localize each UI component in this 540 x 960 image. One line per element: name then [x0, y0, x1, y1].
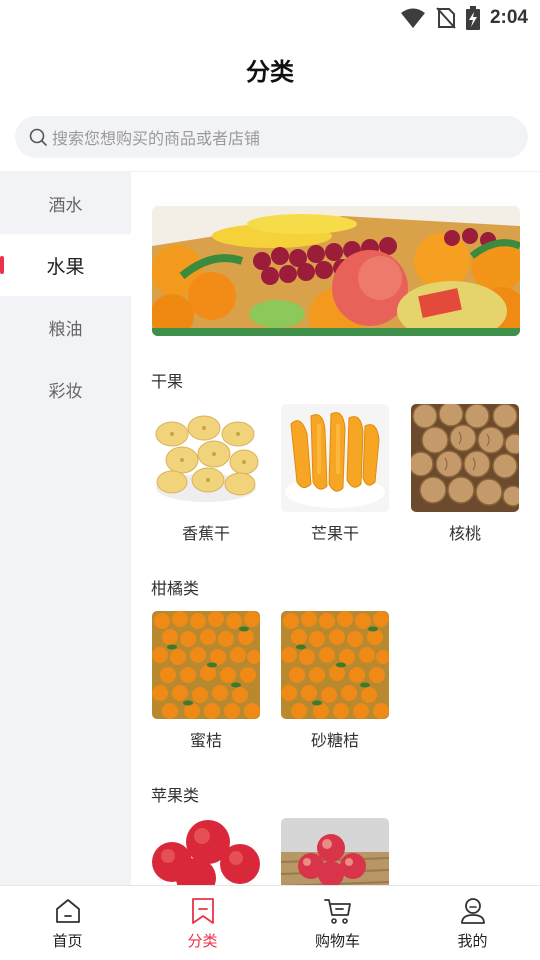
page-title: 分类 — [246, 57, 294, 86]
product-card[interactable]: 核桃 — [411, 404, 519, 544]
sidebar-item-label: 酒水 — [48, 195, 83, 216]
section-title-dried-fruit: 干果 — [151, 372, 184, 391]
tab-home[interactable]: 首页 — [0, 886, 135, 960]
tab-label: 购物车 — [314, 932, 360, 950]
sidebar-item-makeup[interactable]: 彩妆 — [0, 358, 131, 420]
product-name: 核桃 — [448, 524, 481, 543]
category-bookmark-icon — [191, 898, 214, 924]
dried-mango-image — [281, 404, 389, 512]
search-icon — [29, 128, 47, 146]
tab-label: 我的 — [457, 932, 488, 950]
apple-basket-image — [281, 818, 389, 885]
status-bar: 2:04 — [0, 0, 540, 36]
sidebar-item-label: 水果 — [46, 255, 85, 278]
sidebar-item-drinks[interactable]: 酒水 — [0, 172, 131, 234]
sidebar-item-grain-oil[interactable]: 粮油 — [0, 296, 131, 358]
product-card[interactable] — [152, 818, 260, 885]
category-content: 干果 香蕉干 芒果干 核桃 柑橘类 蜜桔 砂糖桔 苹果类 — [131, 172, 540, 885]
home-icon — [55, 899, 80, 923]
status-time: 2:04 — [489, 7, 528, 28]
category-sidebar: 酒水 水果 粮油 彩妆 — [0, 172, 131, 885]
dried-banana-image — [152, 404, 260, 512]
product-name: 蜜桔 — [189, 731, 222, 750]
walnut-image — [411, 404, 519, 512]
battery-charging-icon — [465, 6, 480, 30]
product-name: 砂糖桔 — [310, 731, 359, 750]
sugar-orange-image — [281, 611, 389, 719]
search-placeholder: 搜索您想购买的商品或者店铺 — [52, 129, 261, 148]
tab-label: 首页 — [52, 932, 83, 950]
tab-cart[interactable]: 购物车 — [270, 886, 405, 960]
product-card[interactable]: 蜜桔 — [152, 611, 260, 751]
product-card[interactable] — [281, 818, 389, 885]
cart-icon — [323, 899, 351, 924]
product-card[interactable]: 芒果干 — [281, 404, 389, 544]
search-bar-container: 搜索您想购买的商品或者店铺 — [0, 102, 540, 172]
header: 分类 — [0, 36, 540, 102]
product-name: 芒果干 — [310, 524, 359, 543]
sidebar-item-fruit[interactable]: 水果 — [0, 234, 131, 296]
product-name: 香蕉干 — [181, 524, 230, 543]
sidebar-item-label: 彩妆 — [48, 381, 83, 402]
section-title-apples: 苹果类 — [151, 786, 200, 805]
tangerine-image — [152, 611, 260, 719]
product-card[interactable]: 砂糖桔 — [281, 611, 389, 751]
section-title-citrus: 柑橘类 — [151, 579, 200, 598]
profile-icon — [460, 898, 485, 924]
wifi-icon — [400, 8, 425, 28]
tab-category[interactable]: 分类 — [135, 886, 270, 960]
sidebar-item-label: 粮油 — [48, 319, 83, 340]
fruit-basket-banner[interactable] — [152, 206, 520, 336]
red-apple-image — [152, 818, 260, 885]
search-input[interactable]: 搜索您想购买的商品或者店铺 — [15, 116, 528, 158]
tab-profile[interactable]: 我的 — [405, 886, 540, 960]
bottom-tab-bar: 首页 分类 购物车 我的 — [0, 885, 540, 960]
product-card[interactable]: 香蕉干 — [152, 404, 260, 544]
no-sim-icon — [436, 7, 456, 29]
tab-label: 分类 — [187, 932, 218, 950]
